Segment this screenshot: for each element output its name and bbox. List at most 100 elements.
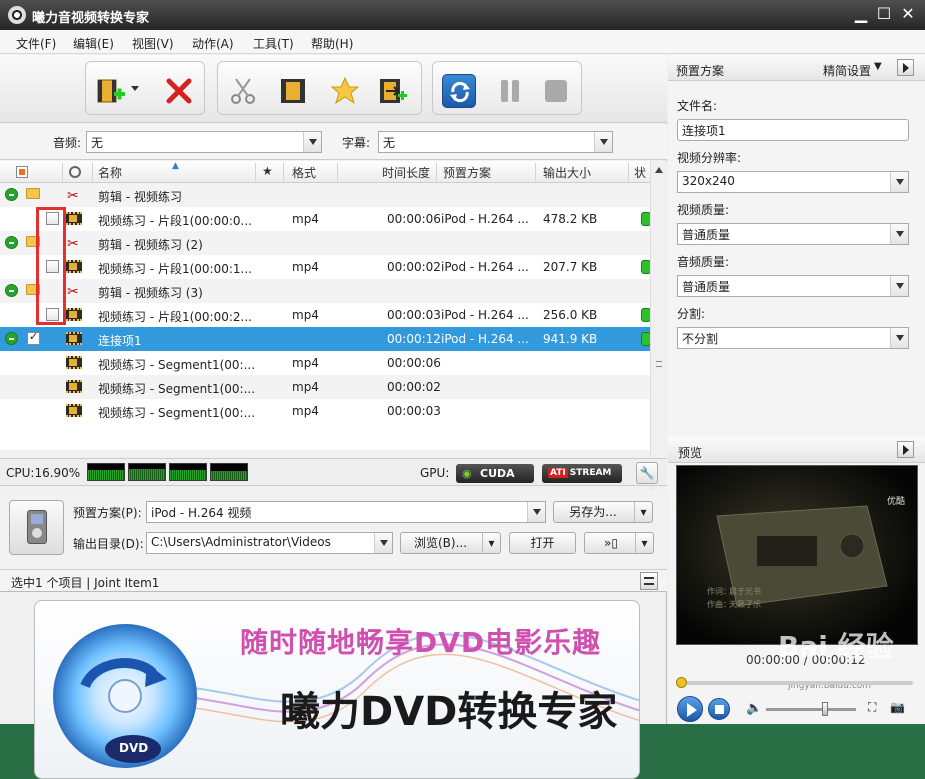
stop-button[interactable] [541,76,571,106]
file-list: 名称 ▲ ★ 格式 时间长度 预置方案 输出大小 状 ✂ 剪辑 - 视频练习 视… [0,161,667,508]
pause-button[interactable] [495,76,525,106]
minimize-button[interactable]: ▁ [850,4,872,24]
table-row[interactable]: 视频练习 - Segment1(00:... mp4 00:00:06 [0,351,650,375]
volume-icon[interactable]: 🔈 [746,701,762,716]
row-name: 剪辑 - 视频练习 [98,190,182,204]
vertical-scrollbar[interactable] [650,161,667,491]
folder-icon [26,188,40,199]
subtitle-select[interactable]: 无 [378,131,613,153]
table-row[interactable]: 视频练习 - 片段1(00:00:1... mp4 00:00:02 iPod … [0,255,651,279]
browse-dropdown-icon[interactable]: ▾ [482,533,500,553]
ati-stream-badge[interactable]: ATI STREAM [542,464,622,483]
col-name[interactable]: 名称 [98,164,122,181]
table-row-selected[interactable]: ✓ 连接项1 00:00:12 iPod - H.264 ... 941.9 K… [0,327,651,351]
col-status[interactable]: 状 [634,164,646,181]
table-row[interactable]: 视频练习 - Segment1(00:... mp4 00:00:03 [0,399,650,423]
clip-button[interactable] [228,76,258,106]
collapse-icon[interactable] [5,236,18,249]
resolution-label: 视频分辨率: [677,151,742,165]
settings-wrench-button[interactable]: 🔧 [636,462,658,484]
resolution-select[interactable]: 320x240 [677,171,909,193]
collapse-panel-button[interactable] [897,59,914,76]
menu-action[interactable]: 动作(A) [192,35,234,52]
video-file-icon [66,404,82,417]
right-pane: 预置方案 精简设置 ▼ 文件名: 连接项1 视频分辨率: 320x240 视频质… [668,55,925,724]
col-duration[interactable]: 时间长度 [382,164,430,181]
row-duration: 00:00:02 [387,380,441,394]
promo-banner[interactable]: DVD 随时随地畅享DVD电影乐趣 曦力DVD转换专家 [34,600,640,779]
filename-input[interactable]: 连接项1 [677,119,909,141]
seek-bar[interactable] [678,681,913,685]
fullscreen-icon[interactable]: ⛶ [868,700,876,715]
save-as-button[interactable]: 另存为... ▾ [553,501,653,523]
menu-file[interactable]: 文件(F) [16,35,56,52]
export-device-icon: »▯ [604,536,618,550]
play-icon [687,703,697,717]
volume-slider[interactable] [766,708,856,711]
cuda-badge[interactable]: ◉ CUDA [456,464,534,483]
chevron-down-icon [594,132,612,152]
menu-tools[interactable]: 工具(T) [253,35,294,52]
convert-button[interactable] [442,74,476,108]
group-row[interactable]: ✂ 剪辑 - 视频练习 [0,183,650,207]
split-select[interactable]: 不分割 [677,327,909,349]
log-list-icon[interactable] [640,572,658,590]
dropdown-caret-icon[interactable]: ▼ [874,61,882,72]
ipod-icon [27,510,47,544]
video-quality-select[interactable]: 普通质量 [677,223,909,245]
table-row[interactable]: 视频练习 - 片段1(00:00:2... mp4 00:00:03 iPod … [0,303,651,327]
favorite-button[interactable] [330,76,360,106]
preset-select[interactable]: iPod - H.264 视频 [146,501,546,523]
video-caption-top: 优酷 [887,497,906,507]
stop-playback-button[interactable] [708,698,730,720]
save-as-label: 另存为... [569,505,617,519]
row-name: 视频练习 - Segment1(00:... [98,358,256,372]
menu-view[interactable]: 视图(V) [132,35,174,52]
select-all-checkbox[interactable] [16,166,28,178]
add-dropdown-icon[interactable] [131,86,139,91]
advanced-settings-toggle[interactable]: 精简设置 [823,62,871,79]
group-row[interactable]: ✂ 剪辑 - 视频练习 (3) [0,279,650,303]
group-row[interactable]: ✂ 剪辑 - 视频练习 (2) [0,231,650,255]
add-file-button[interactable] [96,76,126,106]
join-button[interactable] [378,76,408,106]
close-button[interactable]: ✕ [897,4,919,24]
col-size[interactable]: 输出大小 [543,164,591,181]
volume-handle[interactable] [822,702,828,716]
device-button[interactable] [9,500,64,555]
video-preview[interactable]: 优酷 作词： 晨于光书 作曲： 天籁子乐 [676,465,918,645]
collapse-icon[interactable] [5,284,18,297]
scroll-up-icon[interactable] [655,167,663,173]
collapse-icon[interactable] [5,188,18,201]
snapshot-camera-icon[interactable]: 📷 [890,700,905,714]
chevron-down-icon[interactable]: ▾ [635,533,653,553]
remove-button[interactable] [164,76,194,106]
audio-quality-select[interactable]: 普通质量 [677,275,909,297]
effect-button[interactable] [278,76,308,106]
menu-help[interactable]: 帮助(H) [311,35,353,52]
col-star[interactable]: ★ [262,164,273,178]
cpu-graph [210,463,248,481]
row-checkbox-checked[interactable]: ✓ [27,330,40,345]
seek-handle[interactable] [676,677,687,688]
app-title: 曦力音视频转换专家 [32,11,150,26]
play-button[interactable] [677,696,703,722]
collapse-preview-button[interactable] [897,441,914,458]
table-row[interactable]: 视频练习 - Segment1(00:... mp4 00:00:02 [0,375,650,399]
browse-button[interactable]: 浏览(B)... ▾ [400,532,501,554]
menu-edit[interactable]: 编辑(E) [73,35,114,52]
action-after-button[interactable]: »▯ ▾ [584,532,654,554]
maximize-button[interactable]: ☐ [873,4,895,24]
chevron-down-icon [527,502,545,522]
open-button[interactable]: 打开 [509,532,576,554]
audio-select[interactable]: 无 [86,131,322,153]
col-format[interactable]: 格式 [292,164,316,181]
col-preset[interactable]: 预置方案 [443,164,491,181]
collapse-icon[interactable] [5,332,18,345]
save-as-dropdown-icon[interactable]: ▾ [634,502,652,522]
watermark-logo: Bai 经验 [778,630,894,663]
toolbar-group-convert [432,61,582,115]
table-row[interactable]: 视频练习 - 片段1(00:00:0... mp4 00:00:06 iPod … [0,207,651,231]
scissors-icon [231,78,255,104]
output-dir-select[interactable]: C:\Users\Administrator\Videos [146,532,393,554]
